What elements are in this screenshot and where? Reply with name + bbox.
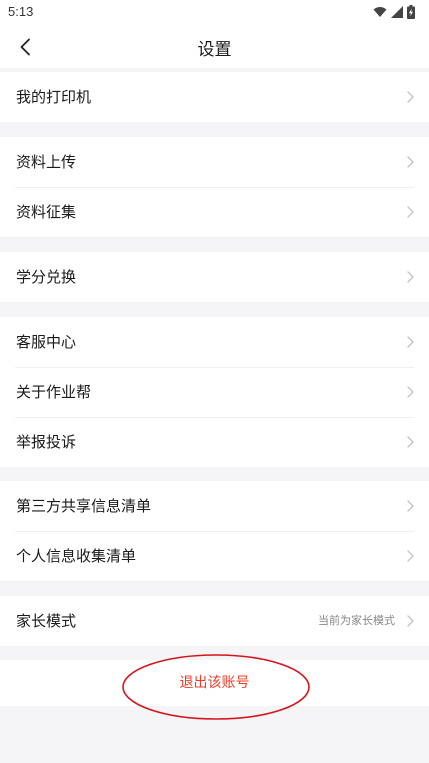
chevron-right-icon bbox=[407, 206, 414, 218]
settings-group-parent-mode: 家长模式 当前为家长模式 bbox=[0, 596, 429, 646]
nav-bar: 设置 bbox=[0, 26, 429, 68]
logout-bar: 退出该账号 bbox=[0, 660, 429, 706]
settings-item-label: 客服中心 bbox=[16, 333, 77, 351]
settings-item-upload-materials[interactable]: 资料上传 bbox=[0, 137, 429, 187]
chevron-right-icon bbox=[407, 91, 414, 103]
settings-item-label: 资料上传 bbox=[16, 153, 77, 171]
parent-mode-status: 当前为家长模式 bbox=[318, 614, 395, 627]
chevron-right-icon bbox=[407, 550, 414, 562]
page-title: 设置 bbox=[197, 40, 232, 60]
cellular-signal-icon bbox=[391, 6, 403, 18]
settings-item-my-printer[interactable]: 我的打印机 bbox=[0, 72, 429, 122]
chevron-right-icon bbox=[407, 436, 414, 448]
logout-button[interactable]: 退出该账号 bbox=[0, 674, 429, 692]
chevron-right-icon bbox=[407, 500, 414, 512]
settings-item-label: 资料征集 bbox=[16, 203, 77, 221]
settings-group-privacy: 第三方共享信息清单 个人信息收集清单 bbox=[0, 481, 429, 581]
wifi-icon bbox=[373, 7, 387, 17]
chevron-right-icon bbox=[407, 615, 414, 627]
chevron-right-icon bbox=[407, 386, 414, 398]
status-bar: 5:13 bbox=[0, 0, 429, 26]
settings-item-credit-exchange[interactable]: 学分兑换 bbox=[0, 252, 429, 302]
settings-item-label: 我的打印机 bbox=[16, 88, 92, 106]
settings-item-label: 关于作业帮 bbox=[16, 383, 92, 401]
settings-group-printer: 我的打印机 bbox=[0, 72, 429, 122]
settings-item-about[interactable]: 关于作业帮 bbox=[0, 367, 429, 417]
battery-charging-icon bbox=[407, 5, 415, 19]
chevron-right-icon bbox=[407, 336, 414, 348]
settings-item-label: 学分兑换 bbox=[16, 268, 77, 286]
settings-item-parent-mode[interactable]: 家长模式 当前为家长模式 bbox=[0, 596, 429, 646]
status-icons bbox=[373, 5, 415, 19]
chevron-right-icon bbox=[407, 156, 414, 168]
settings-group-materials: 资料上传 资料征集 bbox=[0, 137, 429, 237]
settings-item-label: 举报投诉 bbox=[16, 433, 77, 451]
settings-group-support: 客服中心 关于作业帮 举报投诉 bbox=[0, 317, 429, 467]
chevron-right-icon bbox=[407, 271, 414, 283]
status-time: 5:13 bbox=[8, 4, 34, 19]
settings-group-credits: 学分兑换 bbox=[0, 252, 429, 302]
settings-item-label: 个人信息收集清单 bbox=[16, 547, 137, 565]
settings-item-report[interactable]: 举报投诉 bbox=[0, 417, 429, 467]
settings-item-collect-materials[interactable]: 资料征集 bbox=[0, 187, 429, 237]
settings-item-label: 第三方共享信息清单 bbox=[16, 497, 152, 515]
settings-item-third-party-sharing-list[interactable]: 第三方共享信息清单 bbox=[0, 481, 429, 531]
settings-item-label: 家长模式 bbox=[16, 612, 77, 630]
settings-item-personal-info-list[interactable]: 个人信息收集清单 bbox=[0, 531, 429, 581]
settings-item-customer-service[interactable]: 客服中心 bbox=[0, 317, 429, 367]
